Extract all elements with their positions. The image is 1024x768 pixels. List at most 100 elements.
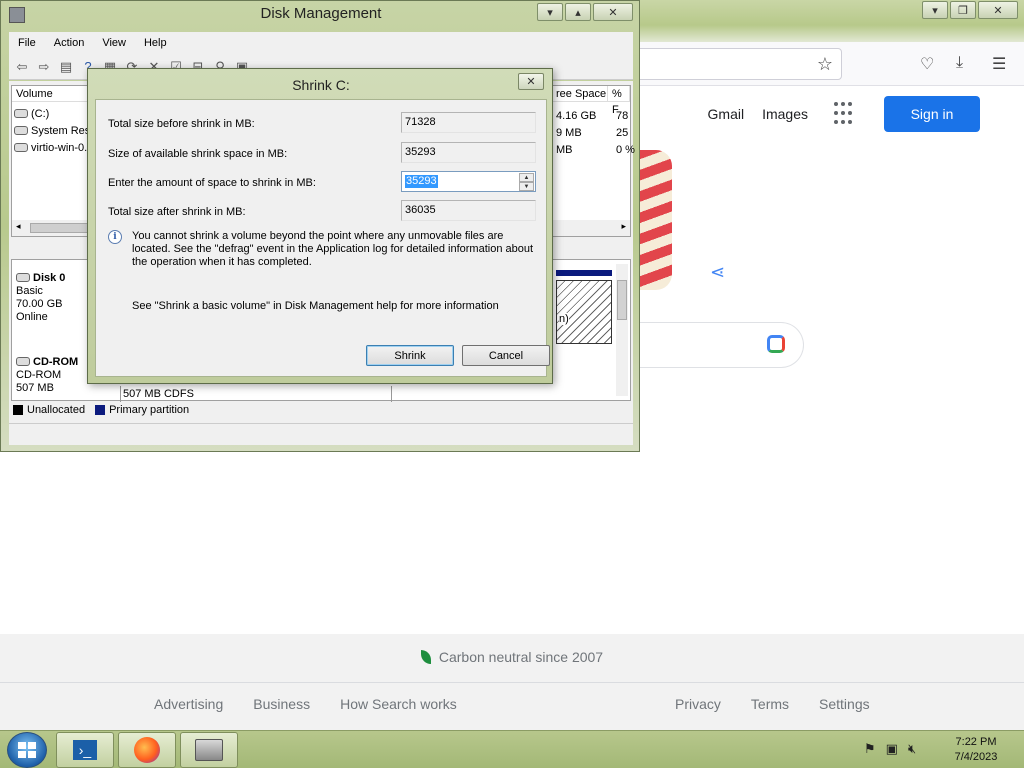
pocket-icon[interactable]: ♡ xyxy=(920,54,934,74)
footer-divider xyxy=(0,682,1024,683)
menu-view[interactable]: View xyxy=(93,37,135,49)
cancel-button[interactable]: Cancel xyxy=(462,345,550,366)
info-message: You cannot shrink a volume beyond the po… xyxy=(132,230,534,268)
google-header: Gmail Images Sign in xyxy=(708,96,980,132)
browser-window-controls: ▾ ❐ ✕ xyxy=(922,1,1018,19)
spin-down-button[interactable]: ▼ xyxy=(519,182,534,191)
spin-up-button[interactable]: ▲ xyxy=(519,173,534,182)
unallocated-swatch xyxy=(13,405,23,415)
close-icon: ✕ xyxy=(526,76,536,88)
windows-logo-icon xyxy=(18,742,36,758)
clock-time: 7:22 PM xyxy=(955,736,997,748)
settings-link[interactable]: Settings xyxy=(819,696,870,712)
menu-file[interactable]: File xyxy=(9,37,45,49)
business-link[interactable]: Business xyxy=(253,696,310,712)
volume-free: MB xyxy=(556,144,573,156)
partition-header-bar xyxy=(556,270,612,276)
legend: Unallocated Primary partition xyxy=(13,401,629,419)
footer-left-links: Advertising Business How Search works xyxy=(154,696,457,712)
taskbar-firefox[interactable] xyxy=(118,732,176,768)
google-apps-icon[interactable] xyxy=(834,102,858,126)
close-button[interactable]: ✕ xyxy=(593,3,633,21)
carbon-label: Carbon neutral since 2007 xyxy=(438,649,604,665)
start-button[interactable] xyxy=(7,732,47,768)
console-tree-icon[interactable]: ▤ xyxy=(57,58,75,76)
volume-pct: 25 xyxy=(616,127,629,139)
network-icon[interactable]: ▣ xyxy=(886,741,898,757)
forward-icon[interactable]: ⇨ xyxy=(35,58,53,76)
how-search-works-link[interactable]: How Search works xyxy=(340,696,457,712)
cdrom-icon xyxy=(16,357,30,366)
doodle-image[interactable] xyxy=(636,150,672,290)
volume-row[interactable]: virtio-win-0. xyxy=(14,142,87,154)
bookmark-star-icon[interactable]: ☆ xyxy=(817,54,833,75)
scroll-thumb[interactable] xyxy=(617,280,627,320)
system-tray: ⚑ ▣ 🔇︎ xyxy=(864,741,916,757)
volume-muted-icon[interactable]: 🔇︎ xyxy=(908,741,916,757)
maximize-button[interactable]: ▴ xyxy=(565,3,591,21)
available-space-value: 35293 xyxy=(401,142,536,163)
share-icon[interactable]: ⋖ xyxy=(710,262,725,283)
sign-in-button[interactable]: Sign in xyxy=(884,96,980,132)
cdrom-partition[interactable]: 507 MB CDFS xyxy=(120,386,392,402)
firefox-icon xyxy=(134,737,160,763)
taskbar-powershell[interactable]: ›_ xyxy=(56,732,114,768)
clock-date: 7/4/2023 xyxy=(954,751,998,763)
search-box[interactable] xyxy=(636,322,804,368)
disk-management-icon xyxy=(195,739,223,761)
size-after-label: Total size after shrink in MB: xyxy=(108,206,246,218)
carbon-neutral-text: Carbon neutral since 2007 xyxy=(0,649,1024,665)
taskbar-disk-management[interactable] xyxy=(180,732,238,768)
dialog-title: Shrink C: xyxy=(292,77,350,93)
close-button[interactable]: ✕ xyxy=(978,1,1018,19)
disk0-label[interactable]: Disk 0 Basic 70.00 GB Online xyxy=(16,272,65,324)
menu-icon[interactable]: ☰ xyxy=(992,54,1006,74)
cdrom-label[interactable]: CD-ROM CD-ROM 507 MB xyxy=(16,356,78,395)
footer-right-links: Privacy Terms Settings xyxy=(675,696,870,712)
info-icon: i xyxy=(108,230,122,244)
column-percent-free[interactable]: % F xyxy=(608,86,630,116)
volume-row[interactable]: System Rese xyxy=(14,125,96,137)
google-footer: Carbon neutral since 2007 Advertising Bu… xyxy=(0,634,1024,730)
scroll-right-icon[interactable]: ▸ xyxy=(621,221,626,232)
terms-link[interactable]: Terms xyxy=(751,696,789,712)
taskbar: ›_ ⚑ ▣ 🔇︎ 7:22 PM 7/4/2023 xyxy=(0,730,1024,768)
clock[interactable]: 7:22 PM 7/4/2023 xyxy=(946,735,1006,765)
volume-name: virtio-win-0. xyxy=(31,142,88,154)
disk0-partition[interactable]: n) xyxy=(556,280,612,344)
action-center-flag-icon[interactable]: ⚑ xyxy=(864,741,876,757)
menu-action[interactable]: Action xyxy=(45,37,94,49)
drive-icon xyxy=(14,126,28,135)
volume-name: (C:) xyxy=(31,108,50,120)
dialog-close-button[interactable]: ✕ xyxy=(518,73,544,90)
volume-free: 9 MB xyxy=(556,127,582,139)
shrink-amount-input[interactable]: 35293 xyxy=(405,175,438,188)
menu-bar: File Action View Help xyxy=(9,32,633,54)
size-before-label: Total size before shrink in MB: xyxy=(108,118,255,130)
volume-pct: 0 % xyxy=(616,144,635,156)
privacy-link[interactable]: Privacy xyxy=(675,696,721,712)
scroll-thumb[interactable] xyxy=(30,223,90,233)
restore-button[interactable]: ❐ xyxy=(950,1,976,19)
address-bar[interactable]: ☆ xyxy=(636,48,842,80)
menu-help[interactable]: Help xyxy=(135,37,176,49)
advertising-link[interactable]: Advertising xyxy=(154,696,223,712)
google-lens-icon[interactable] xyxy=(767,335,785,353)
size-before-value: 71328 xyxy=(401,112,536,133)
gmail-link[interactable]: Gmail xyxy=(708,106,745,122)
powershell-icon: ›_ xyxy=(73,740,97,760)
downloads-icon[interactable]: ⤓ xyxy=(956,54,963,72)
minimize-button[interactable]: ▾ xyxy=(922,1,948,19)
minimize-button[interactable]: ▾ xyxy=(537,3,563,21)
images-link[interactable]: Images xyxy=(762,106,808,122)
column-free-space[interactable]: ree Space xyxy=(552,86,608,102)
volume-pct: 78 xyxy=(616,110,629,122)
shrink-amount-stepper[interactable]: 35293 ▲ ▼ xyxy=(401,171,536,192)
shrink-button[interactable]: Shrink xyxy=(366,345,454,366)
graph-vscrollbar[interactable] xyxy=(616,264,628,396)
drive-icon xyxy=(14,109,28,118)
disk-icon xyxy=(16,273,30,282)
scroll-left-icon[interactable]: ◂ xyxy=(16,221,21,232)
back-icon[interactable]: ⇦ xyxy=(13,58,31,76)
volume-row[interactable]: (C:) xyxy=(14,108,49,120)
